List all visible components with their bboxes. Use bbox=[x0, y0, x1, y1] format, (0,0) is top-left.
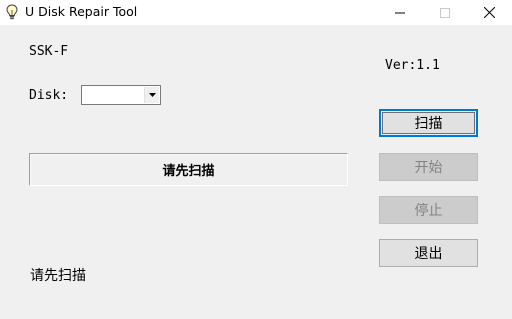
scan-button-label: 扫描 bbox=[382, 112, 475, 134]
window-title: U Disk Repair Tool bbox=[25, 4, 138, 19]
status-panel-text: 请先扫描 bbox=[162, 164, 215, 179]
exit-button[interactable]: 退出 bbox=[379, 239, 478, 267]
close-button[interactable] bbox=[466, 0, 512, 25]
stop-button[interactable]: 停止 bbox=[379, 196, 478, 224]
device-model-label: SSK-F bbox=[29, 44, 69, 59]
start-button[interactable]: 开始 bbox=[379, 153, 478, 181]
dropdown-arrow-button[interactable] bbox=[144, 87, 159, 103]
minimize-icon bbox=[395, 12, 405, 13]
maximize-button[interactable] bbox=[422, 0, 468, 25]
title-bar[interactable]: U Disk Repair Tool bbox=[0, 0, 512, 25]
app-window: U Disk Repair Tool SSK-F Ver:1.1 Disk: 请… bbox=[0, 0, 512, 319]
version-label: Ver:1.1 bbox=[385, 58, 440, 73]
maximize-icon bbox=[440, 7, 450, 18]
chevron-down-icon bbox=[148, 93, 156, 97]
scan-button[interactable]: 扫描 bbox=[379, 109, 478, 137]
status-message: 请先扫描 bbox=[30, 268, 86, 284]
minimize-button[interactable] bbox=[377, 0, 423, 25]
status-panel: 请先扫描 bbox=[29, 153, 348, 186]
close-icon bbox=[483, 7, 495, 18]
disk-select[interactable] bbox=[81, 85, 161, 105]
lightbulb-icon bbox=[5, 4, 19, 20]
disk-label: Disk: bbox=[29, 88, 69, 103]
